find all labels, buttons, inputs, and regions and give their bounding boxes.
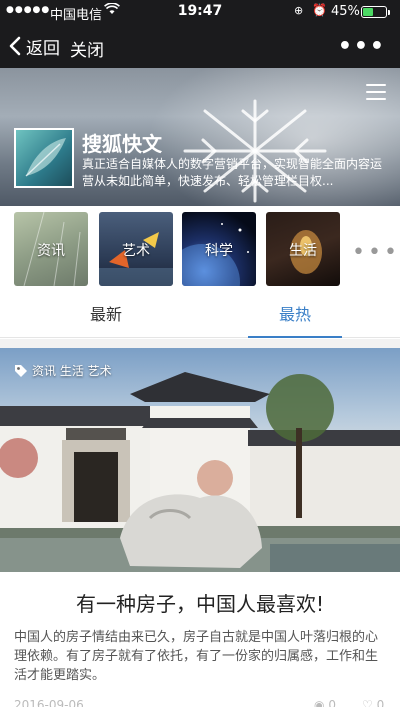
heart-icon: ♡: [362, 698, 373, 707]
chevron-left-icon: [9, 36, 21, 56]
category-tile-news[interactable]: 资讯: [14, 212, 88, 286]
battery-icon: [361, 6, 390, 18]
more-options-button[interactable]: •••: [338, 34, 386, 59]
tag-icon: [15, 364, 27, 377]
category-label: 艺术: [122, 243, 150, 259]
tab-hottest[interactable]: 最热: [200, 294, 390, 338]
channel-description: 真正适合自媒体人的数字营销平台，实现智能全面内容运营从未如此简单，快速发布、轻松…: [82, 157, 382, 188]
status-bar: ●●●●● 中国电信 19:47 ⊕ ⏰ 45%: [0, 0, 400, 24]
channel-header: 搜狐快文 真正适合自媒体人的数字营销平台，实现智能全面内容运营从未如此简单，快速…: [0, 68, 400, 206]
category-bar: 资讯 艺术 科学 生活 •••: [0, 206, 400, 294]
tab-label: 最热: [278, 305, 311, 324]
views-count: ◉ 0: [314, 698, 336, 707]
orientation-lock-icon: ⊕: [294, 4, 304, 17]
likes-count[interactable]: ♡ 0: [362, 698, 384, 707]
section-divider: [0, 339, 400, 348]
battery-tip: [388, 10, 390, 15]
views-value: 0: [328, 698, 336, 707]
category-tile-art[interactable]: 艺术: [99, 212, 173, 286]
close-button[interactable]: 关闭: [70, 36, 104, 61]
category-label: 资讯: [37, 243, 65, 259]
more-categories-button[interactable]: •••: [352, 240, 400, 265]
likes-value: 0: [376, 698, 385, 707]
article-tags: 资讯 生活 艺术: [14, 362, 112, 379]
eye-icon: ◉: [314, 698, 325, 707]
tab-label: 最新: [89, 305, 122, 324]
sort-tabs: 最新 最热: [0, 294, 400, 338]
category-label: 生活: [289, 243, 317, 259]
category-label: 科学: [205, 243, 233, 259]
article-date: 2016-09-06: [14, 698, 84, 707]
tags-label: 资讯 生活 艺术: [32, 364, 112, 378]
article-cover-image[interactable]: 资讯 生活 艺术: [0, 348, 400, 572]
alarm-icon: ⏰: [312, 3, 327, 17]
battery-fill: [363, 8, 373, 16]
active-tab-indicator: [248, 336, 342, 338]
battery-percent: 45%: [331, 4, 360, 19]
building-illustration: [0, 372, 400, 572]
channel-title: 搜狐快文: [82, 132, 162, 156]
menu-icon[interactable]: [366, 84, 386, 100]
back-button[interactable]: 返回: [8, 32, 60, 60]
category-tile-life[interactable]: 生活: [266, 212, 340, 286]
article-title[interactable]: 有一种房子，中国人最喜欢!: [0, 588, 400, 617]
article-summary: 中国人的房子情结由来已久，房子自古就是中国人叶落归根的心理依赖。有了房子就有了依…: [14, 630, 379, 683]
channel-logo: [14, 128, 74, 188]
back-label: 返回: [26, 38, 60, 59]
navigation-bar: 返回 关闭 •••: [0, 24, 400, 68]
tab-latest[interactable]: 最新: [6, 294, 206, 338]
category-tile-science[interactable]: 科学: [182, 212, 256, 286]
page: ●●●●● 中国电信 19:47 ⊕ ⏰ 45% 返回 关闭 ••• 搜狐快文 …: [0, 0, 400, 707]
